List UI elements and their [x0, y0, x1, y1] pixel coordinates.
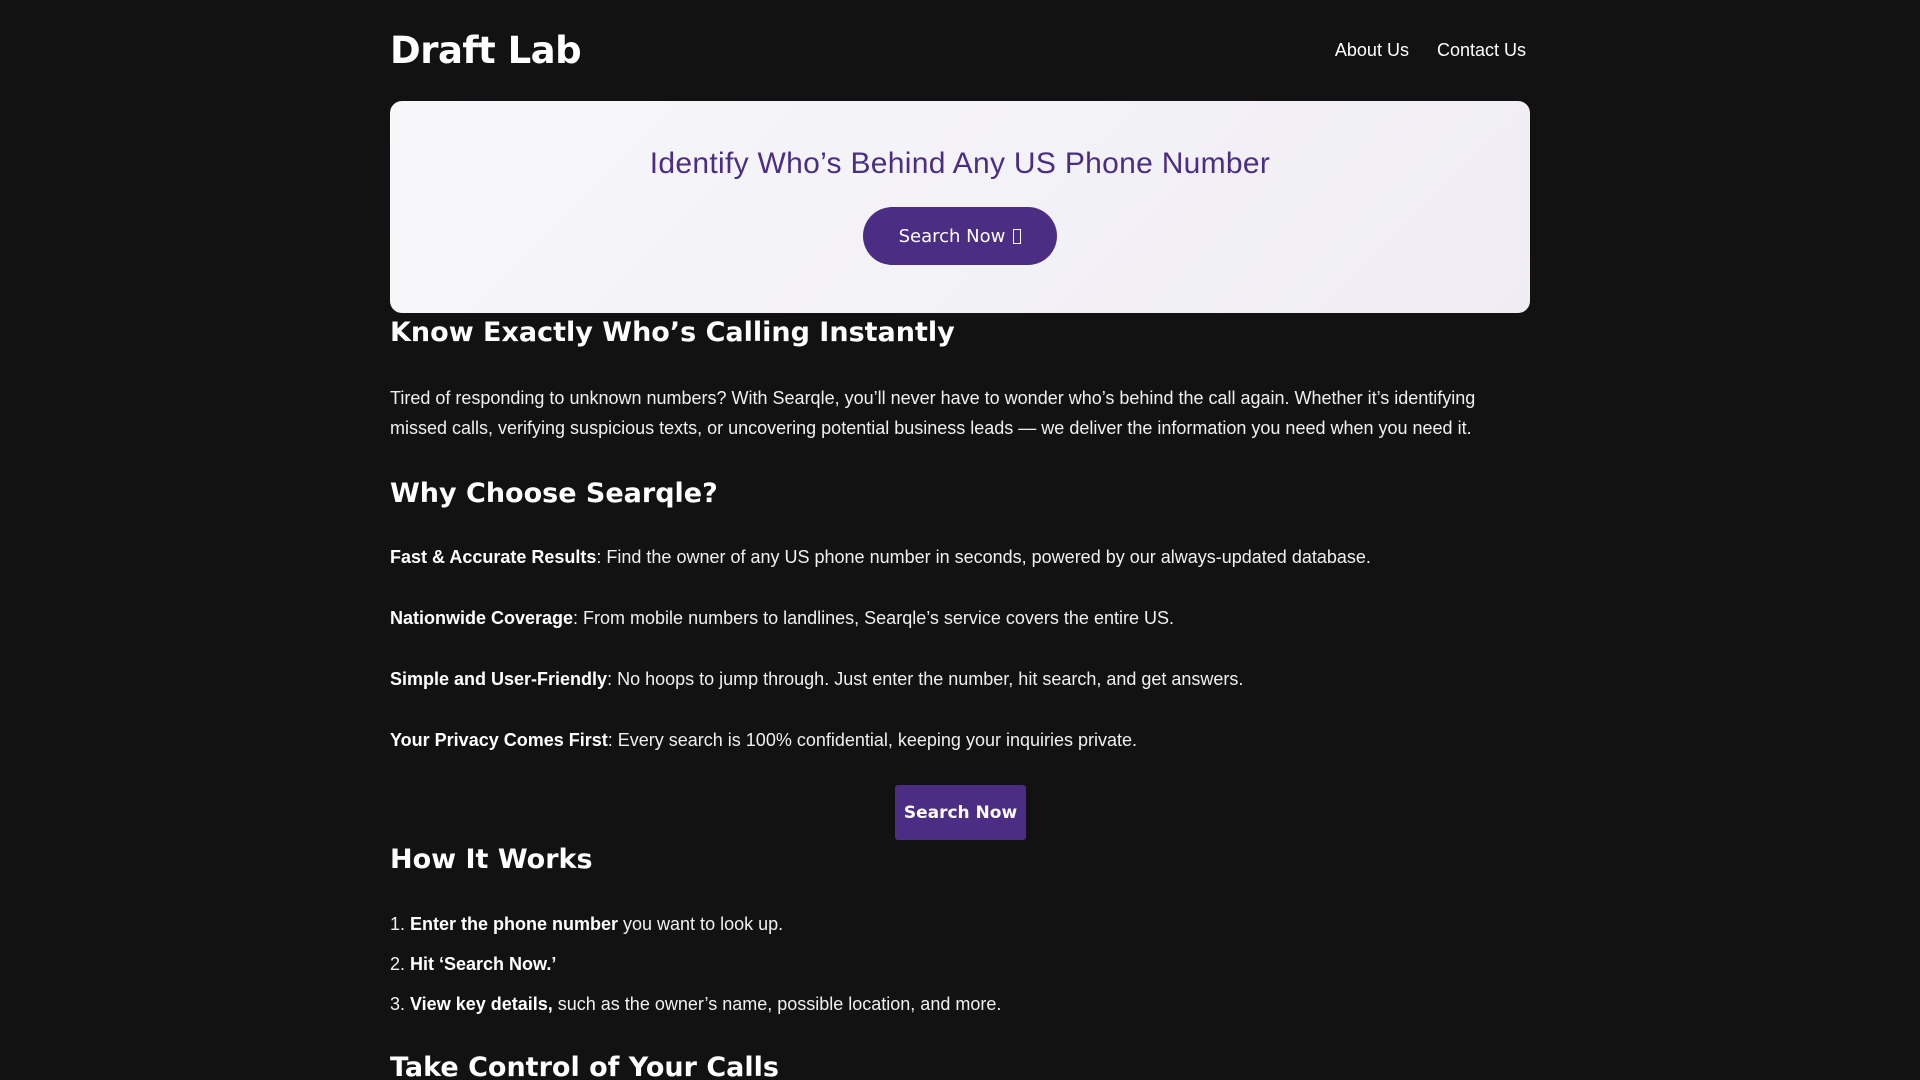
why-item-bold: Fast & Accurate Results — [390, 547, 597, 567]
how-section: How It Works — [390, 844, 1530, 875]
page-container: Draft Lab About Us Contact Us Identify W… — [390, 0, 1530, 1080]
nav-contact-us[interactable]: Contact Us — [1437, 40, 1526, 61]
step-bold: Enter the phone number — [410, 914, 619, 934]
why-item-bold: Your Privacy Comes First — [390, 730, 608, 750]
why-item-text: Simple and User-Friendly: No hoops to ju… — [390, 664, 1530, 694]
nav-about-us[interactable]: About Us — [1335, 40, 1409, 61]
step-desc: such as the owner’s name, possible locat… — [552, 994, 1002, 1014]
why-item-desc: : No hoops to jump through. Just enter t… — [607, 669, 1244, 689]
step-bold: Hit ‘Search Now.’ — [410, 954, 557, 974]
why-item-desc: : Every search is 100% confidential, kee… — [607, 730, 1138, 750]
intro-text: Tired of responding to unknown numbers? … — [390, 388, 1476, 438]
how-steps-list: Enter the phone number you want to look … — [390, 904, 1530, 1024]
search-now-button[interactable]: Search Now — [895, 785, 1026, 840]
list-item: Hit ‘Search Now.’ — [410, 944, 1530, 984]
why-item-desc: : Find the owner of any US phone number … — [596, 547, 1371, 567]
why-item-bold: Nationwide Coverage — [390, 608, 574, 628]
why-item: Simple and User-Friendly: No hoops to ju… — [390, 664, 1530, 694]
intro-section: Know Exactly Who’s Calling Instantly — [390, 317, 1530, 348]
intro-text-block: Tired of responding to unknown numbers? … — [390, 383, 1530, 443]
site-header: Draft Lab About Us Contact Us — [390, 0, 1530, 101]
hero-title: Identify Who’s Behind Any US Phone Numbe… — [649, 147, 1271, 180]
intro-title: Know Exactly Who’s Calling Instantly — [390, 317, 955, 348]
hero-search-button-label: Search Now — [898, 225, 1006, 247]
main-nav: About Us Contact Us — [1335, 40, 1526, 61]
step-desc: you want to look up. — [618, 914, 784, 934]
why-title: Why Choose Searqle? — [390, 478, 718, 509]
how-title: How It Works — [390, 844, 593, 875]
why-item-bold: Simple and User-Friendly — [390, 669, 608, 689]
why-section: Why Choose Searqle? — [390, 478, 1530, 509]
why-item: Nationwide Coverage: From mobile numbers… — [390, 603, 1530, 633]
list-item: View key details, such as the owner’s na… — [410, 984, 1530, 1024]
why-item-text: Your Privacy Comes First: Every search i… — [390, 725, 1530, 755]
why-item-text: Fast & Accurate Results: Find the owner … — [390, 542, 1530, 572]
why-item-desc: : From mobile numbers to landlines, Sear… — [573, 608, 1174, 628]
hero-banner: Identify Who’s Behind Any US Phone Numbe… — [390, 101, 1530, 313]
hero-search-button[interactable]: Search Now — [863, 207, 1057, 265]
missing-glyph-icon — [1013, 228, 1022, 244]
why-item-text: Nationwide Coverage: From mobile numbers… — [390, 603, 1530, 633]
control-title: Take Control of Your Calls — [390, 1052, 779, 1080]
why-item: Your Privacy Comes First: Every search i… — [390, 725, 1530, 755]
control-section: Take Control of Your Calls — [390, 1052, 1530, 1080]
why-item: Fast & Accurate Results: Find the owner … — [390, 542, 1530, 572]
site-logo[interactable]: Draft Lab — [390, 29, 582, 72]
how-steps: Enter the phone number you want to look … — [390, 904, 1530, 1024]
list-item: Enter the phone number you want to look … — [410, 904, 1530, 944]
step-bold: View key details, — [410, 994, 553, 1014]
